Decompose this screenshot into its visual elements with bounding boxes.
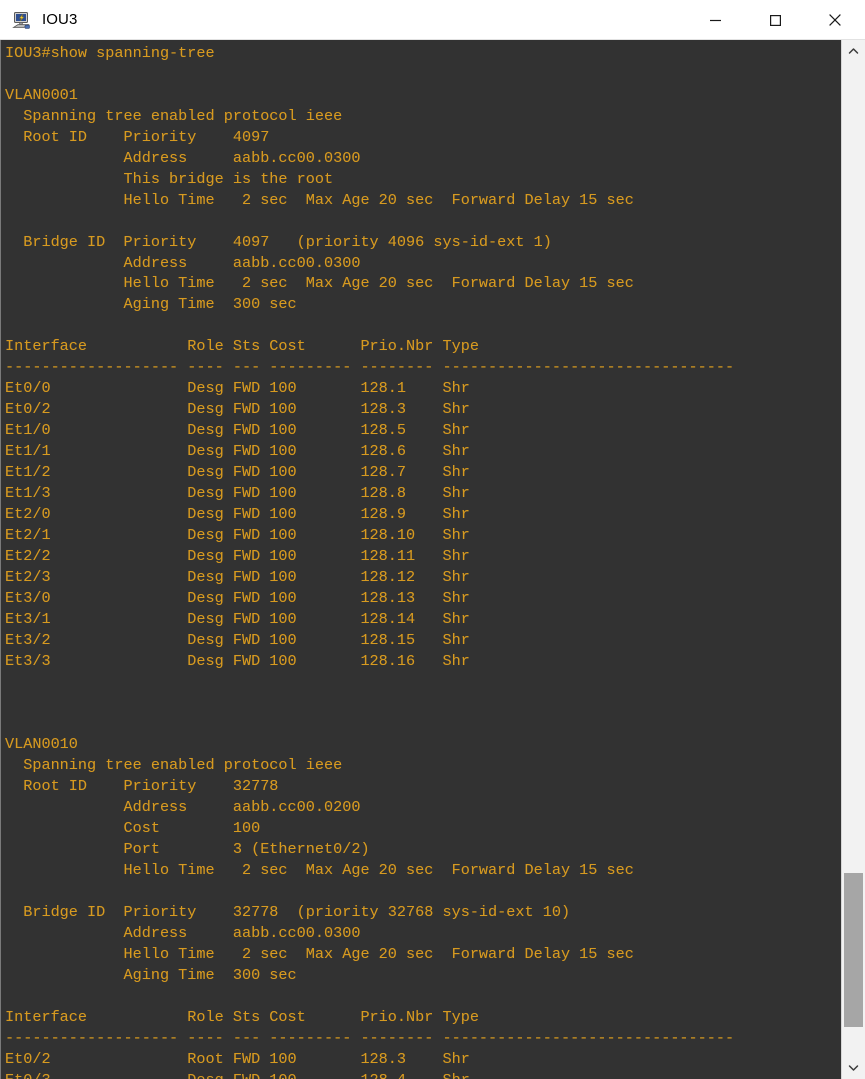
terminal-body: IOU3#show spanning-tree VLAN0001 Spannin… (0, 40, 865, 1079)
chevron-up-icon (848, 47, 859, 55)
terminal-text: IOU3#show spanning-tree VLAN0001 Spannin… (5, 44, 735, 1079)
titlebar-left-group: IOU3 (0, 9, 685, 31)
putty-computer-icon (11, 9, 33, 31)
scrollbar-thumb[interactable] (844, 872, 863, 1028)
vertical-scrollbar[interactable] (841, 40, 865, 1079)
window-title: IOU3 (42, 11, 78, 28)
terminal-output-area[interactable]: IOU3#show spanning-tree VLAN0001 Spannin… (1, 40, 841, 1079)
scroll-up-button[interactable] (842, 40, 865, 62)
minimize-button[interactable] (685, 0, 745, 40)
scroll-down-button[interactable] (842, 1057, 865, 1079)
chevron-down-icon (848, 1064, 859, 1072)
close-icon (828, 13, 842, 27)
scrollbar-track[interactable] (842, 62, 865, 1057)
window-titlebar: IOU3 (0, 0, 865, 40)
terminal-window: IOU3 IOU3#show spanning-tree VLAN0001 Sp… (0, 0, 865, 1079)
close-button[interactable] (805, 0, 865, 40)
maximize-icon (769, 14, 782, 27)
maximize-button[interactable] (745, 0, 805, 40)
window-controls (685, 0, 865, 39)
minimize-icon (709, 14, 722, 27)
